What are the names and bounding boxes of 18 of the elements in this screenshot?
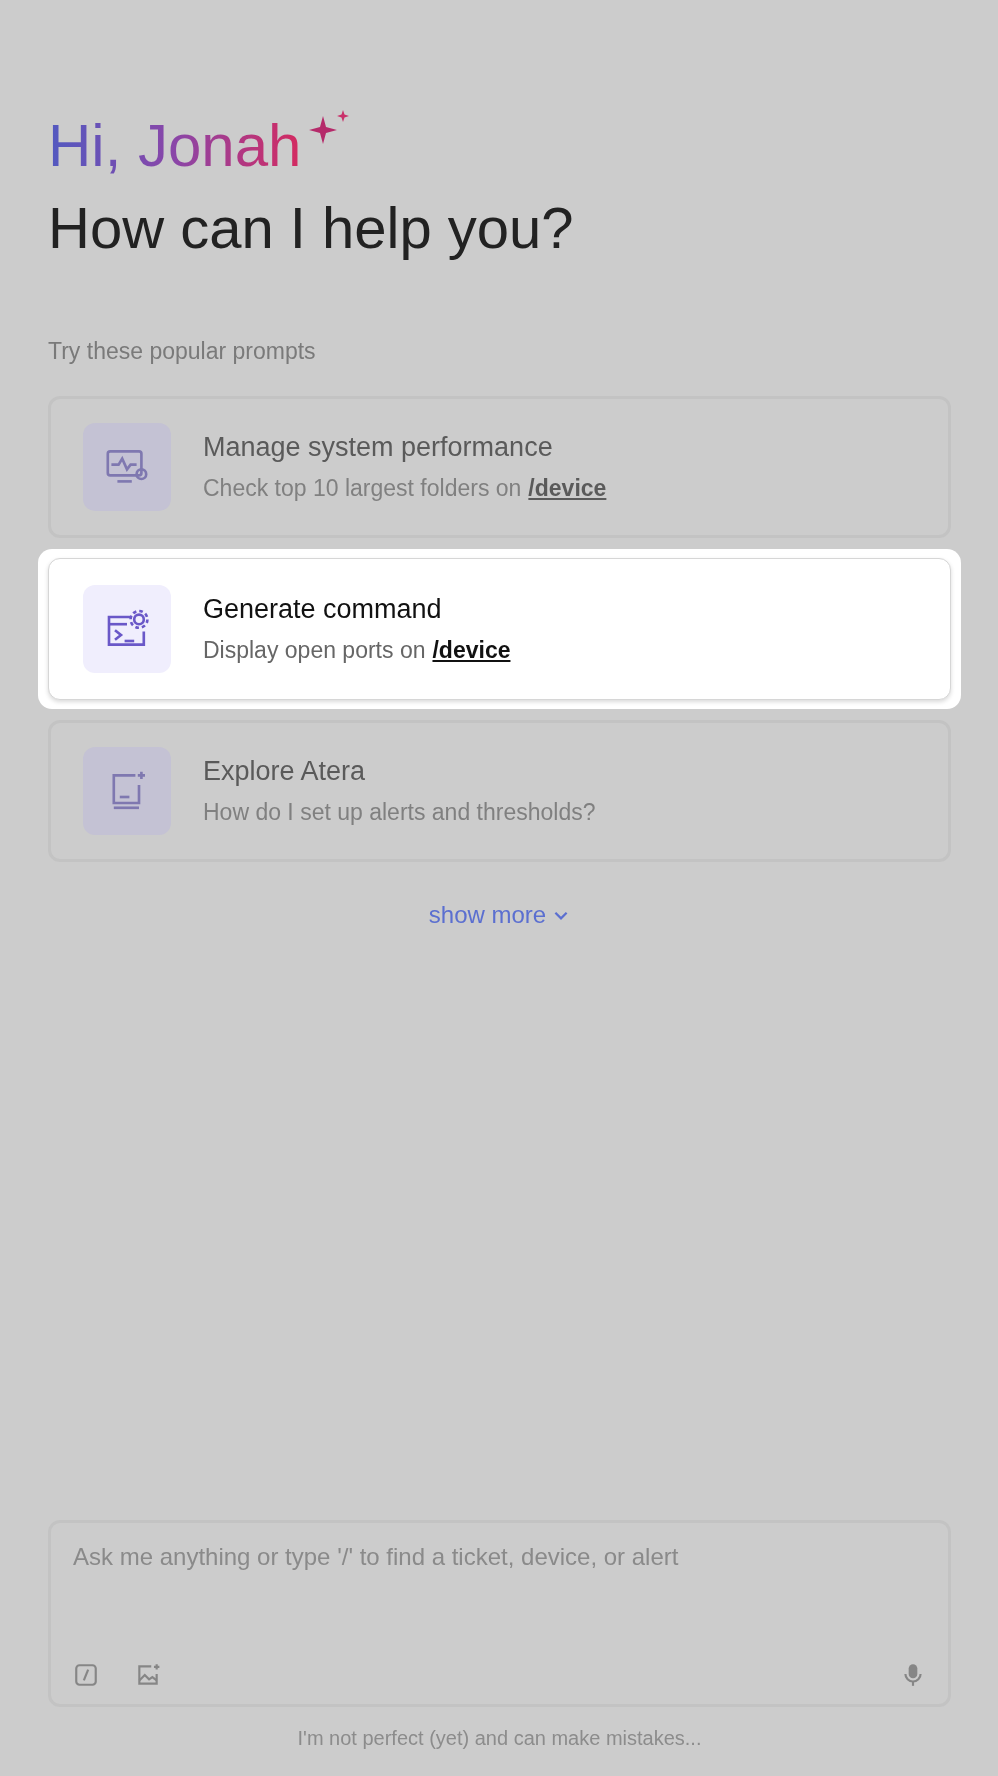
section-label: Try these popular prompts <box>48 338 317 365</box>
prompt-card[interactable]: Generate command Display open ports on /device <box>48 558 951 700</box>
prompt-title: Manage system performance <box>203 432 554 463</box>
prompt-card[interactable]: Explore Atera How do I set up alerts and thresholds? <box>48 720 951 862</box>
slash-command-icon[interactable] <box>73 1662 99 1688</box>
prompt-title: Generate command <box>203 594 443 625</box>
prompt-text: How do I set up alerts and thresholds? <box>203 799 596 826</box>
device-link[interactable]: /device <box>528 475 607 502</box>
disclaimer: I'm not perfect (yet) and can make mistakes... <box>296 1727 703 1750</box>
prompt-text: Display open ports on <box>203 637 426 664</box>
message-input[interactable]: Ask me anything or type '/' to find a ticket, device, or alert <box>73 1543 926 1571</box>
show-more-button[interactable]: show more <box>428 901 571 929</box>
device-link[interactable]: /device <box>432 637 511 664</box>
prompt-card[interactable]: Manage system performance Check top 10 largest folders on /device <box>48 396 951 538</box>
prompt-title: Explore Atera <box>203 756 367 787</box>
image-add-icon[interactable] <box>135 1662 161 1688</box>
prompt-text: Check top 10 largest folders on <box>203 475 522 502</box>
heading: How can I help you? <box>48 194 575 262</box>
